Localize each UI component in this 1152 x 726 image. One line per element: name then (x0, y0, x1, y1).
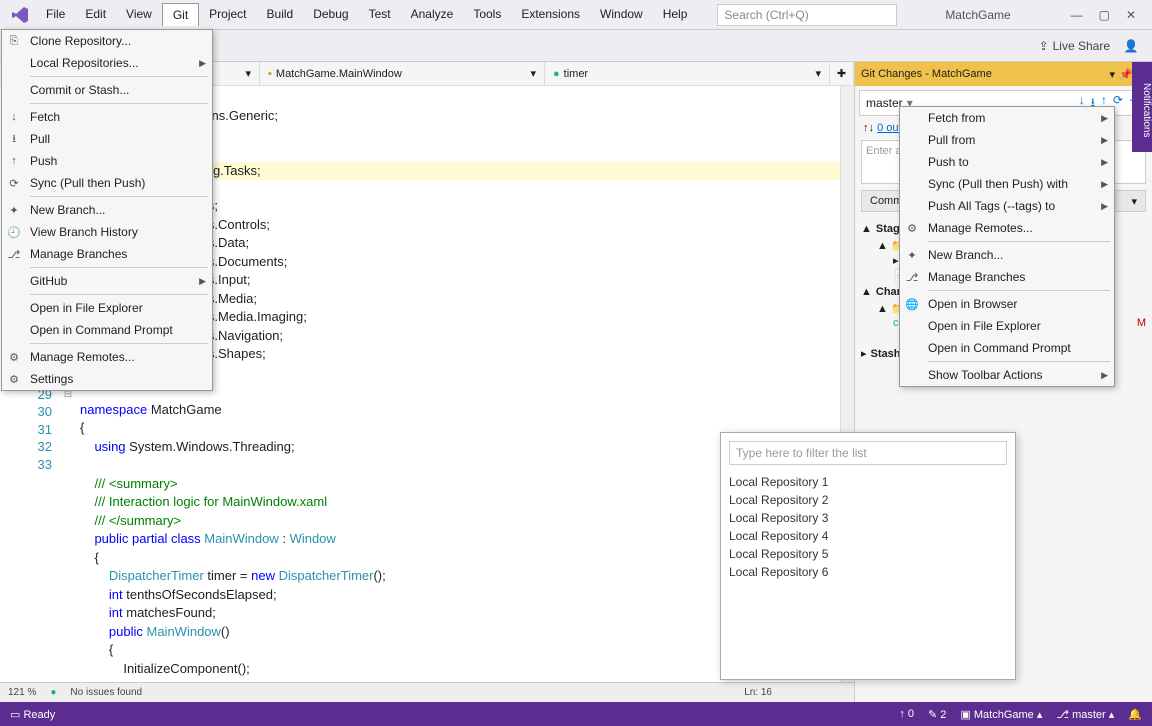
menu-item[interactable]: ⚙Manage Remotes... (900, 217, 1114, 239)
project-indicator[interactable]: ▣ MatchGame ▴ (960, 708, 1042, 721)
menu-item[interactable]: ⭳Pull (2, 128, 212, 150)
changes-count[interactable]: ✎ 2 (928, 708, 946, 721)
menu-build[interactable]: Build (257, 3, 304, 26)
menu-item[interactable]: Push All Tags (--tags) to▶ (900, 195, 1114, 217)
nav-class[interactable]: ▪MatchGame.MainWindow▾ (260, 62, 545, 85)
branch-indicator[interactable]: ⎇ master ▴ (1056, 708, 1114, 721)
menu-git[interactable]: Git (162, 3, 199, 26)
menu-item[interactable]: Pull from▶ (900, 129, 1114, 151)
menu-item[interactable]: Open in File Explorer (2, 297, 212, 319)
zoom-level[interactable]: 121 % (8, 687, 36, 698)
minimize-icon[interactable]: — (1071, 8, 1083, 22)
git-panel-title: Git Changes - MatchGame (861, 68, 992, 80)
menu-item[interactable]: Open in File Explorer (900, 315, 1114, 337)
menu-item[interactable]: GitHub▶ (2, 270, 212, 292)
dropdown-icon[interactable]: ▾ (1110, 68, 1116, 81)
repo-item[interactable]: Local Repository 5 (729, 545, 1007, 563)
menu-extensions[interactable]: Extensions (511, 3, 590, 26)
live-share-button[interactable]: ⇪ Live Share (1039, 39, 1110, 53)
menu-view[interactable]: View (116, 3, 162, 26)
nav-member[interactable]: ●timer▾ (545, 62, 830, 85)
search-input[interactable]: Search (Ctrl+Q) (717, 4, 897, 26)
menu-item[interactable]: Push to▶ (900, 151, 1114, 173)
menu-item[interactable]: ⎇Manage Branches (900, 266, 1114, 288)
menu-project[interactable]: Project (199, 3, 256, 26)
close-icon[interactable]: ✕ (1126, 8, 1136, 22)
push-count[interactable]: ↑ 0 (899, 708, 914, 720)
repo-item[interactable]: Local Repository 4 (729, 527, 1007, 545)
menu-item[interactable]: ↑Push (2, 150, 212, 172)
menu-item[interactable]: ↓Fetch (2, 106, 212, 128)
menu-item[interactable]: ✦New Branch... (900, 244, 1114, 266)
status-bar: ▭ Ready ↑ 0 ✎ 2 ▣ MatchGame ▴ ⎇ master ▴… (0, 702, 1152, 726)
local-repos-popup: Type here to filter the list Local Repos… (720, 432, 1016, 680)
bell-icon[interactable]: 🔔 (1128, 708, 1142, 721)
repo-filter-input[interactable]: Type here to filter the list (729, 441, 1007, 465)
repo-item[interactable]: Local Repository 2 (729, 491, 1007, 509)
line-indicator: Ln: 16 (744, 687, 772, 698)
editor-footer: 121 % ● No issues found Ln: 16 (0, 682, 854, 702)
issues-status: No issues found (70, 687, 142, 698)
menu-item[interactable]: ⎘Clone Repository... (2, 30, 212, 52)
menu-item[interactable]: Sync (Pull then Push) with▶ (900, 173, 1114, 195)
repo-item[interactable]: Local Repository 6 (729, 563, 1007, 581)
git-panel-header: Git Changes - MatchGame ▾ 📌 ✕ (855, 62, 1152, 86)
menu-analyze[interactable]: Analyze (401, 3, 464, 26)
menu-item[interactable]: ⎇Manage Branches (2, 243, 212, 265)
repo-item[interactable]: Local Repository 1 (729, 473, 1007, 491)
pin-icon[interactable]: 📌 (1119, 68, 1133, 81)
menu-edit[interactable]: Edit (75, 3, 116, 26)
menu-item[interactable]: Commit or Stash... (2, 79, 212, 101)
menu-item[interactable]: 🌐Open in Browser (900, 293, 1114, 315)
branch-name: master (866, 96, 903, 110)
ready-status: ▭ Ready (10, 708, 55, 721)
menu-item[interactable]: Open in Command Prompt (900, 337, 1114, 359)
menu-tools[interactable]: Tools (463, 3, 511, 26)
split-icon[interactable]: ✚ (830, 62, 854, 85)
menu-item[interactable]: Local Repositories...▶ (2, 52, 212, 74)
menu-item[interactable]: ⚙Manage Remotes... (2, 346, 212, 368)
maximize-icon[interactable]: ▢ (1099, 8, 1110, 22)
vs-logo-icon (10, 5, 30, 25)
repo-item[interactable]: Local Repository 3 (729, 509, 1007, 527)
window-title: MatchGame (897, 8, 1058, 22)
live-share-icon: ⇪ (1039, 39, 1049, 53)
menu-item[interactable]: ⚙Settings (2, 368, 212, 390)
person-icon[interactable]: 👤 (1120, 35, 1142, 57)
menu-item[interactable]: ⟳Sync (Pull then Push) (2, 172, 212, 194)
menu-debug[interactable]: Debug (303, 3, 358, 26)
menu-test[interactable]: Test (359, 3, 401, 26)
menu-help[interactable]: Help (653, 3, 698, 26)
menu-item[interactable]: Open in Command Prompt (2, 319, 212, 341)
menu-item[interactable]: 🕘View Branch History (2, 221, 212, 243)
menu-item[interactable]: ✦New Branch... (2, 199, 212, 221)
menu-file[interactable]: File (36, 3, 75, 26)
git-actions-menu: Fetch from▶Pull from▶Push to▶Sync (Pull … (899, 106, 1115, 387)
menubar: FileEditViewGitProjectBuildDebugTestAnal… (0, 0, 1152, 30)
menu-item[interactable]: Show Toolbar Actions▶ (900, 364, 1114, 386)
menu-window[interactable]: Window (590, 3, 653, 26)
menu-item[interactable]: Fetch from▶ (900, 107, 1114, 129)
git-dropdown-menu: ⎘Clone Repository...Local Repositories..… (1, 29, 213, 391)
notifications-tab[interactable]: Notifications (1132, 62, 1152, 152)
